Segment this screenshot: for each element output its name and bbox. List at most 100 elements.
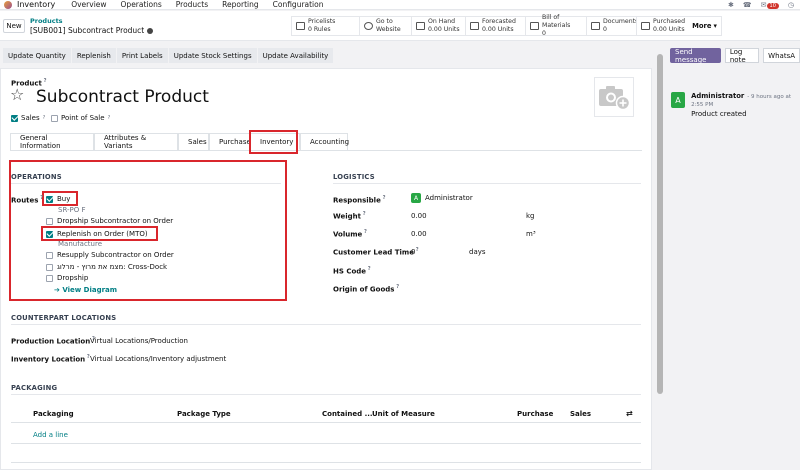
sales-checkbox-row[interactable]: Sales? [11,114,45,122]
route-buy[interactable]: Buy [46,195,70,203]
col-sales[interactable]: Sales [570,410,591,418]
chat-icon[interactable]: ✉ 10 [761,1,779,9]
col-contained-quantity[interactable]: Contained ... [322,410,373,418]
product-image-placeholder[interactable] [594,77,634,117]
volume-field[interactable]: 0.00 [411,230,427,238]
smart-button-purchased[interactable]: Purchased 0.00 Units [636,16,688,36]
help-icon[interactable]: ? [361,211,366,217]
update-quantity-button[interactable]: Update Quantity [3,48,72,63]
route-dropship-subcontractor[interactable]: Dropship Subcontractor on Order [46,217,173,225]
inventory-location-field[interactable]: Virtual Locations/Inventory adjustment [90,355,226,363]
menu-operations[interactable]: Operations [121,0,162,9]
update-stock-settings-button[interactable]: Update Stock Settings [168,48,258,63]
smart-button-forecasted[interactable]: Forecasted 0.00 Units [465,16,525,36]
star-icon[interactable]: ☆ [10,86,24,104]
logistics-title: LOGISTICS [333,173,375,181]
route-checkbox[interactable] [46,251,53,259]
route-checkbox[interactable] [46,195,53,203]
section-divider [11,394,641,395]
pos-label: Point of Sale [61,114,105,122]
inventory-location-label: Inventory Location ? [11,354,90,363]
whatsapp-button[interactable]: WhatsA [763,48,800,63]
tab-purchase[interactable]: Purchase [209,133,251,150]
send-message-button[interactable]: Send message [670,48,721,64]
route-checkbox[interactable] [46,217,53,225]
app-logo-icon[interactable] [4,0,12,9]
route-mto[interactable]: Replenish on Order (MTO) [46,230,148,238]
pos-checkbox[interactable] [51,114,58,122]
tab-accounting[interactable]: Accounting [300,133,349,150]
production-location-field[interactable]: Virtual Locations/Production [90,337,188,345]
help-icon[interactable]: ? [38,195,43,201]
smart-button-bom[interactable]: Bill of Materials 0 [525,14,586,37]
more-button[interactable]: More ▾ [688,16,722,36]
route-dropship[interactable]: Dropship [46,274,88,282]
help-icon[interactable]: ? [381,195,386,201]
menu-products[interactable]: Products [176,0,208,9]
route-checkbox[interactable] [46,274,53,282]
weight-field[interactable]: 0.00 [411,212,427,220]
section-divider [11,324,641,325]
gear-icon[interactable] [147,27,154,34]
help-icon[interactable]: ? [394,284,399,290]
help-icon[interactable]: ? [108,115,111,121]
menu-reporting[interactable]: Reporting [222,0,258,9]
help-icon[interactable]: ? [42,78,47,84]
author-name[interactable]: Administrator [691,92,744,100]
production-location-label: Production Location ? [11,336,95,345]
print-labels-button[interactable]: Print Labels [116,48,169,63]
clock-icon[interactable]: ◷ [788,1,794,9]
route-checkbox[interactable] [46,230,53,238]
tab-sales[interactable]: Sales [178,133,209,150]
pos-checkbox-row[interactable]: Point of Sale? [51,114,110,122]
bug-icon[interactable]: ✱ [728,1,734,9]
update-availability-button[interactable]: Update Availability [257,48,335,63]
lead-time-unit: days [469,248,486,256]
route-cross-dock[interactable]: מצמ את מרוץ - מרלוג: Cross-Dock [46,263,167,271]
responsible-field[interactable]: A Administrator [411,193,473,203]
smart-button-website[interactable]: Go to Website [359,16,411,36]
col-package-type[interactable]: Package Type [177,410,231,418]
tab-attributes-variants[interactable]: Attributes & Variants [94,133,178,150]
route-resupply-subcontractor[interactable]: Resupply Subcontractor on Order [46,251,174,259]
route-checkbox[interactable] [46,263,53,271]
routes-label: Routes ? [11,195,43,204]
menu-configuration[interactable]: Configuration [273,0,324,9]
col-purchase[interactable]: Purchase [517,410,553,418]
chatter-message: A Administrator - 9 hours ago at 2:55 PM … [671,92,800,118]
inventory-label-text: Inventory Location [11,355,86,364]
customer-lead-time-field[interactable]: 0 [411,248,415,256]
log-note-button[interactable]: Log note [724,48,760,64]
production-label-text: Production Location [11,337,91,346]
breadcrumb-products[interactable]: Products [30,17,63,25]
smart-button-pricelists[interactable]: Pricelists 0 Rules [291,16,359,36]
scrollbar-thumb[interactable] [657,54,663,394]
smart-label: On Hand [428,18,456,25]
smart-value: 0.00 Units [482,26,514,33]
route-label: Dropship Subcontractor on Order [57,217,174,225]
col-packaging[interactable]: Packaging [33,410,74,418]
sales-checkbox[interactable] [11,114,18,122]
column-settings-icon[interactable]: ⇄ [626,409,633,418]
help-icon[interactable]: ? [362,229,367,235]
smart-button-documents[interactable]: Documents 0 [586,16,638,36]
view-diagram-link[interactable]: ➔ View Diagram [54,286,117,294]
phone-icon[interactable]: ☎ [743,1,752,9]
avatar[interactable]: A [671,92,686,108]
col-unit-of-measure[interactable]: Unit of Measure [372,410,435,418]
menu-overview[interactable]: Overview [71,0,106,9]
help-icon[interactable]: ? [43,115,46,121]
tab-general-information[interactable]: General Information [10,133,94,150]
smart-label: Pricelists [308,18,336,25]
product-name-field[interactable]: Subcontract Product [36,87,209,107]
add-line-link[interactable]: Add a line [33,431,68,439]
smart-button-on-hand[interactable]: On Hand 0.00 Units [411,16,465,36]
camera-plus-icon [599,86,631,111]
volume-unit: m³ [526,230,536,238]
replenish-button[interactable]: Replenish [71,48,117,63]
app-name[interactable]: Inventory [17,0,55,9]
help-icon[interactable]: ? [366,266,371,272]
view-diagram-label: View Diagram [62,286,118,294]
message-author: Administrator - 9 hours ago at 2:55 PM [691,92,800,108]
new-button[interactable]: New [3,19,25,33]
